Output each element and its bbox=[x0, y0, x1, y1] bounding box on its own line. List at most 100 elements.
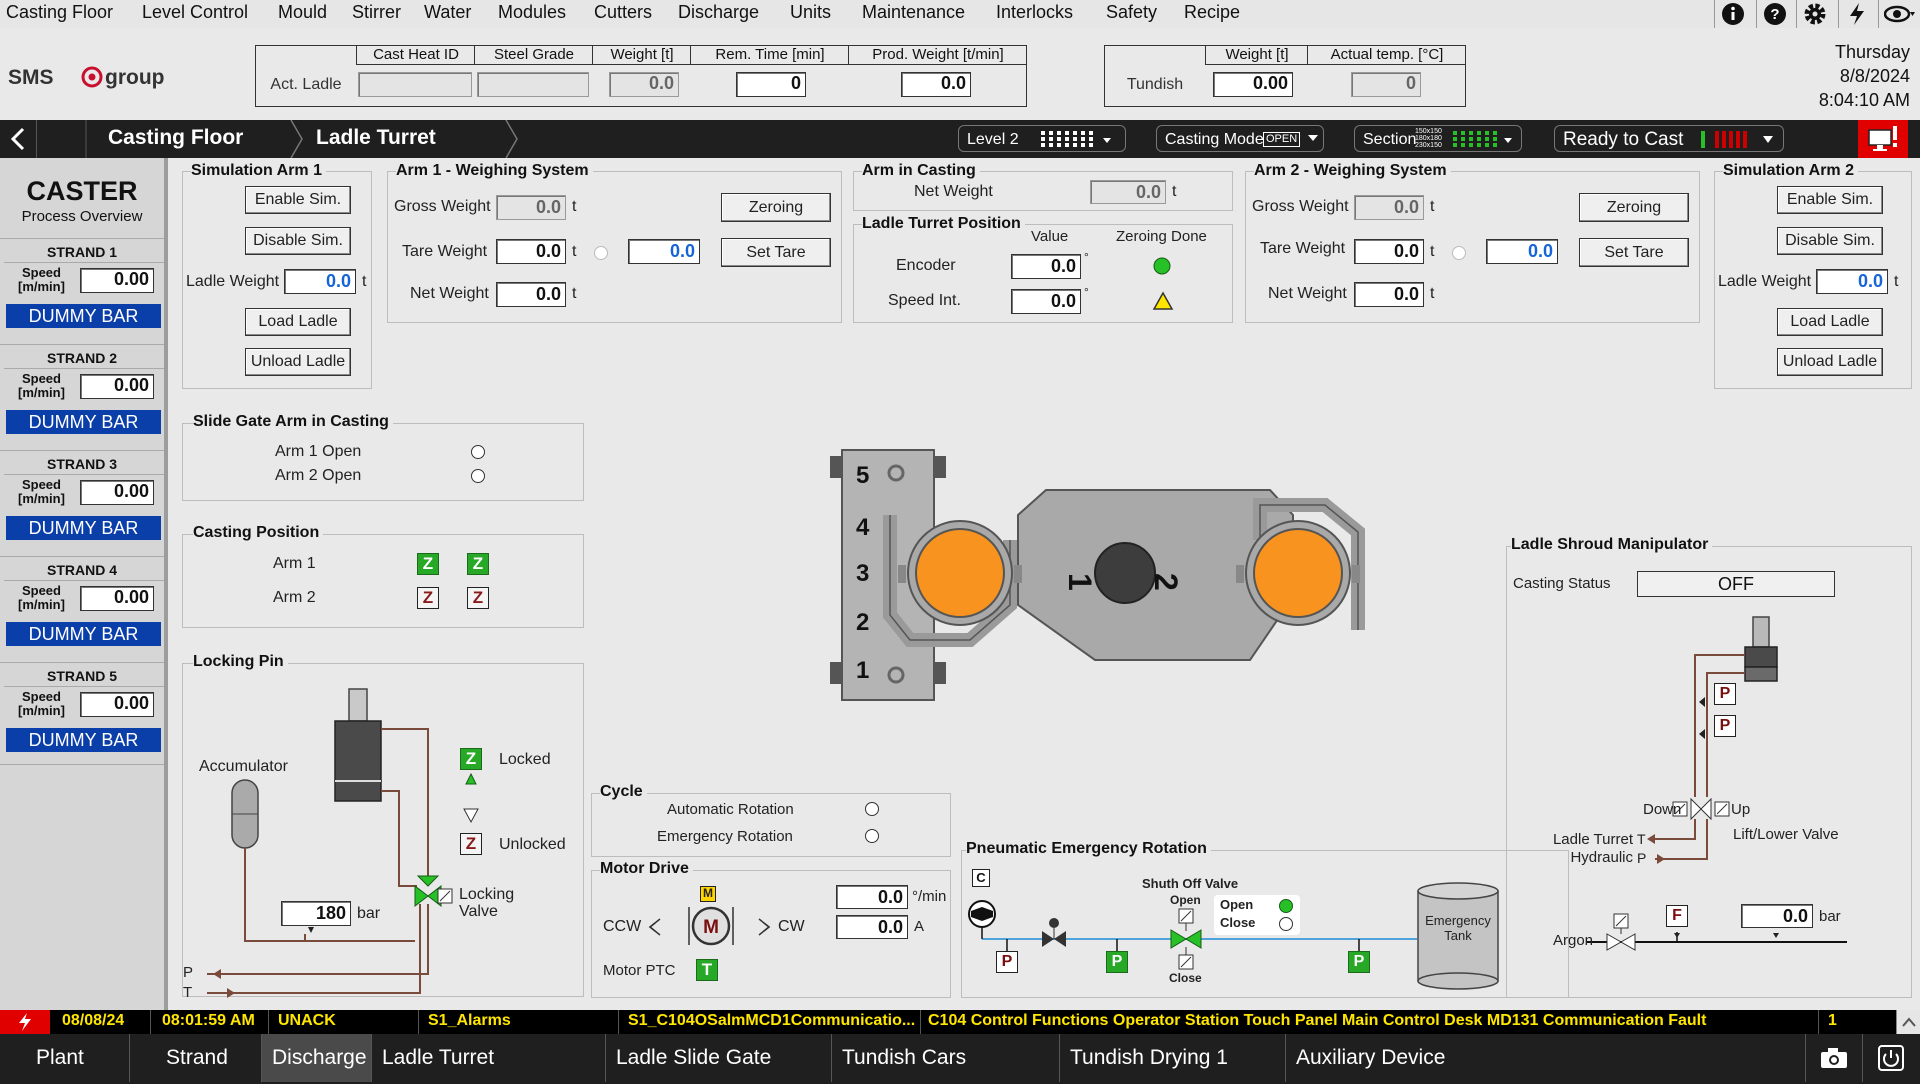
power-button-icon[interactable] bbox=[1862, 1034, 1920, 1082]
tab-discharge[interactable]: Discharge bbox=[262, 1034, 372, 1082]
datetime-block: Thursday 8/8/2024 8:04:10 AM bbox=[1770, 40, 1910, 112]
automatic-rotation-indicator bbox=[865, 802, 879, 816]
arm2-tare-input[interactable]: 0.0 bbox=[1486, 239, 1558, 264]
arm-in-casting-net-value: 0.0 bbox=[1090, 180, 1166, 204]
alarm-scrollbar[interactable] bbox=[1896, 1010, 1920, 1034]
casting-mode-dropdown-icon bbox=[1308, 135, 1318, 141]
load-ladle-arm2-button[interactable]: Load Ladle bbox=[1777, 308, 1883, 336]
argon-flow-f-badge: F bbox=[1666, 905, 1688, 927]
alarm-scroll-up-icon[interactable] bbox=[1897, 1010, 1920, 1034]
strand-2-title: STRAND 2 bbox=[46, 350, 117, 366]
section-bars-icon bbox=[1453, 131, 1512, 147]
arm1-tare-input[interactable]: 0.0 bbox=[628, 239, 700, 264]
pneumatic-emergency-panel: Pneumatic Emergency Rotation C P P P Shu… bbox=[961, 840, 1569, 998]
sim-arm2-ladle-weight-input[interactable]: 0.0 bbox=[1816, 269, 1888, 294]
section-sizes: 150x150 180x180 230x150 bbox=[1415, 128, 1442, 149]
menu-interlocks[interactable]: Interlocks bbox=[996, 2, 1073, 23]
tab-auxiliary-device[interactable]: Auxiliary Device bbox=[1286, 1034, 1806, 1082]
motor-current-value: 0.0 bbox=[836, 915, 908, 939]
locking-pin-pressure-unit: bar bbox=[357, 905, 381, 922]
power-flash-icon[interactable] bbox=[1838, 0, 1875, 28]
menu-discharge[interactable]: Discharge bbox=[678, 2, 759, 23]
casting-pos-arm2-z1: Z bbox=[417, 587, 439, 609]
menu-water[interactable]: Water bbox=[424, 2, 471, 23]
strand-4-speed-value: 0.00 bbox=[80, 586, 154, 611]
ladle-turret-position-panel: Ladle Turret Position Value Zeroing Done… bbox=[853, 215, 1233, 323]
menu-mould[interactable]: Mould bbox=[278, 2, 327, 23]
t-line-label: T bbox=[183, 984, 193, 1001]
strand-3-speed-label: Speed [m/min] bbox=[18, 477, 65, 506]
arm1-gross-weight-value: 0.0 bbox=[496, 195, 566, 220]
alarm-bar[interactable]: 08/08/24 08:01:59 AM UNACK S1_Alarms S1_… bbox=[0, 1010, 1920, 1034]
back-chevron-icon[interactable] bbox=[0, 120, 37, 158]
shut-off-valve-title: Shuth Off Valve bbox=[1142, 876, 1239, 891]
settings-gear-icon[interactable] bbox=[1796, 0, 1833, 28]
encoder-value: 0.0 bbox=[1011, 254, 1081, 279]
casting-pos-arm2-z2: Z bbox=[467, 587, 489, 609]
screenshot-camera-icon[interactable] bbox=[1806, 1034, 1863, 1082]
tundish-table: Weight [t] Actual temp. [°C] Tundish 0.0… bbox=[1104, 45, 1466, 107]
enable-sim-arm1-button[interactable]: Enable Sim. bbox=[245, 186, 351, 214]
arm-in-casting-panel: Arm in Casting Net Weight 0.0 t bbox=[853, 162, 1233, 211]
arm2-zeroing-button[interactable]: Zeroing bbox=[1579, 193, 1689, 222]
menu-casting-floor[interactable]: Casting Floor bbox=[6, 2, 113, 23]
enable-sim-arm2-button[interactable]: Enable Sim. bbox=[1777, 186, 1883, 214]
tab-ladle-turret[interactable]: Ladle Turret bbox=[372, 1034, 606, 1082]
pneumatic-c-badge: C bbox=[972, 869, 990, 887]
menu-maintenance[interactable]: Maintenance bbox=[862, 2, 965, 23]
valve-open-top-label: Open bbox=[1170, 893, 1201, 907]
disable-sim-arm1-button[interactable]: Disable Sim. bbox=[245, 227, 351, 255]
sim-arm2-ladle-weight-unit: t bbox=[1894, 273, 1899, 290]
breadcrumb-casting-floor[interactable]: Casting Floor bbox=[108, 126, 243, 150]
menu-modules[interactable]: Modules bbox=[498, 2, 566, 23]
arm1-tare-radio[interactable] bbox=[594, 246, 608, 260]
info-icon[interactable] bbox=[1714, 0, 1751, 28]
menu-units[interactable]: Units bbox=[790, 2, 831, 23]
breadcrumb-ladle-turret[interactable]: Ladle Turret bbox=[316, 126, 436, 150]
tab-tundish-drying-1[interactable]: Tundish Drying 1 bbox=[1060, 1034, 1286, 1082]
svg-text:?: ? bbox=[1770, 6, 1779, 23]
arm1-set-tare-button[interactable]: Set Tare bbox=[721, 238, 831, 267]
casting-mode-selector[interactable]: Casting Mode OPEN bbox=[1156, 125, 1324, 152]
col-prod-weight: Prod. Weight [t/min] bbox=[848, 46, 1027, 65]
view-eye-icon[interactable] bbox=[1878, 0, 1920, 28]
ready-to-cast-status[interactable]: Ready to Cast bbox=[1554, 125, 1784, 152]
motor-icon[interactable]: M bbox=[687, 901, 735, 951]
motor-speed-unit: °/min bbox=[912, 888, 947, 905]
menu-recipe[interactable]: Recipe bbox=[1184, 2, 1240, 23]
casting-pos-arm1-z1: Z bbox=[417, 553, 439, 575]
unload-ladle-arm2-button[interactable]: Unload Ladle bbox=[1777, 348, 1883, 376]
arm1-zeroing-button[interactable]: Zeroing bbox=[721, 193, 831, 222]
strand-1-dummy-bar: DUMMY BAR bbox=[6, 304, 161, 328]
sim-arm-1-title: Simulation Arm 1 bbox=[191, 162, 326, 180]
menu-level-control[interactable]: Level Control bbox=[142, 2, 248, 23]
tab-ladle-slide-gate[interactable]: Ladle Slide Gate bbox=[606, 1034, 832, 1082]
arm2-set-tare-button[interactable]: Set Tare bbox=[1579, 238, 1689, 267]
menu-safety[interactable]: Safety bbox=[1106, 2, 1157, 23]
ladle-turret-graphic: 5 4 3 2 1 1 2 bbox=[830, 449, 1365, 701]
section-selector[interactable]: Section 150x150 180x180 230x150 bbox=[1354, 125, 1522, 152]
menu-cutters[interactable]: Cutters bbox=[594, 2, 652, 23]
col-value: Value bbox=[1031, 228, 1069, 245]
col-weight: Weight [t] bbox=[592, 46, 691, 65]
tundish-label: Tundish bbox=[1126, 76, 1184, 93]
arm1-net-weight-label: Net Weight bbox=[410, 285, 489, 302]
strand-5-title: STRAND 5 bbox=[46, 668, 117, 684]
load-ladle-arm1-button[interactable]: Load Ladle bbox=[245, 308, 351, 336]
motor-speed-value: 0.0 bbox=[836, 885, 908, 909]
shroud-p1-badge: P bbox=[1714, 683, 1736, 705]
disable-sim-arm2-button[interactable]: Disable Sim. bbox=[1777, 227, 1883, 255]
sim-arm1-ladle-weight-input[interactable]: 0.0 bbox=[284, 269, 356, 294]
tab-plant[interactable]: Plant bbox=[0, 1034, 130, 1082]
help-icon[interactable]: ? bbox=[1756, 0, 1793, 28]
alarm-flash-icon[interactable] bbox=[0, 1010, 50, 1034]
menu-stirrer[interactable]: Stirrer bbox=[352, 2, 401, 23]
arm-1-weighing-panel: Arm 1 - Weighing System Gross Weight 0.0… bbox=[387, 162, 842, 323]
arm2-tare-radio[interactable] bbox=[1452, 246, 1466, 260]
unload-ladle-arm1-button[interactable]: Unload Ladle bbox=[245, 348, 351, 376]
alarm-monitor-icon[interactable] bbox=[1858, 120, 1908, 158]
bottom-tabs: Plant Strand Discharge Ladle Turret Ladl… bbox=[0, 1034, 1920, 1084]
tab-tundish-cars[interactable]: Tundish Cars bbox=[832, 1034, 1060, 1082]
tab-strand[interactable]: Strand bbox=[130, 1034, 262, 1082]
level-selector[interactable]: Level 2 bbox=[958, 125, 1126, 152]
